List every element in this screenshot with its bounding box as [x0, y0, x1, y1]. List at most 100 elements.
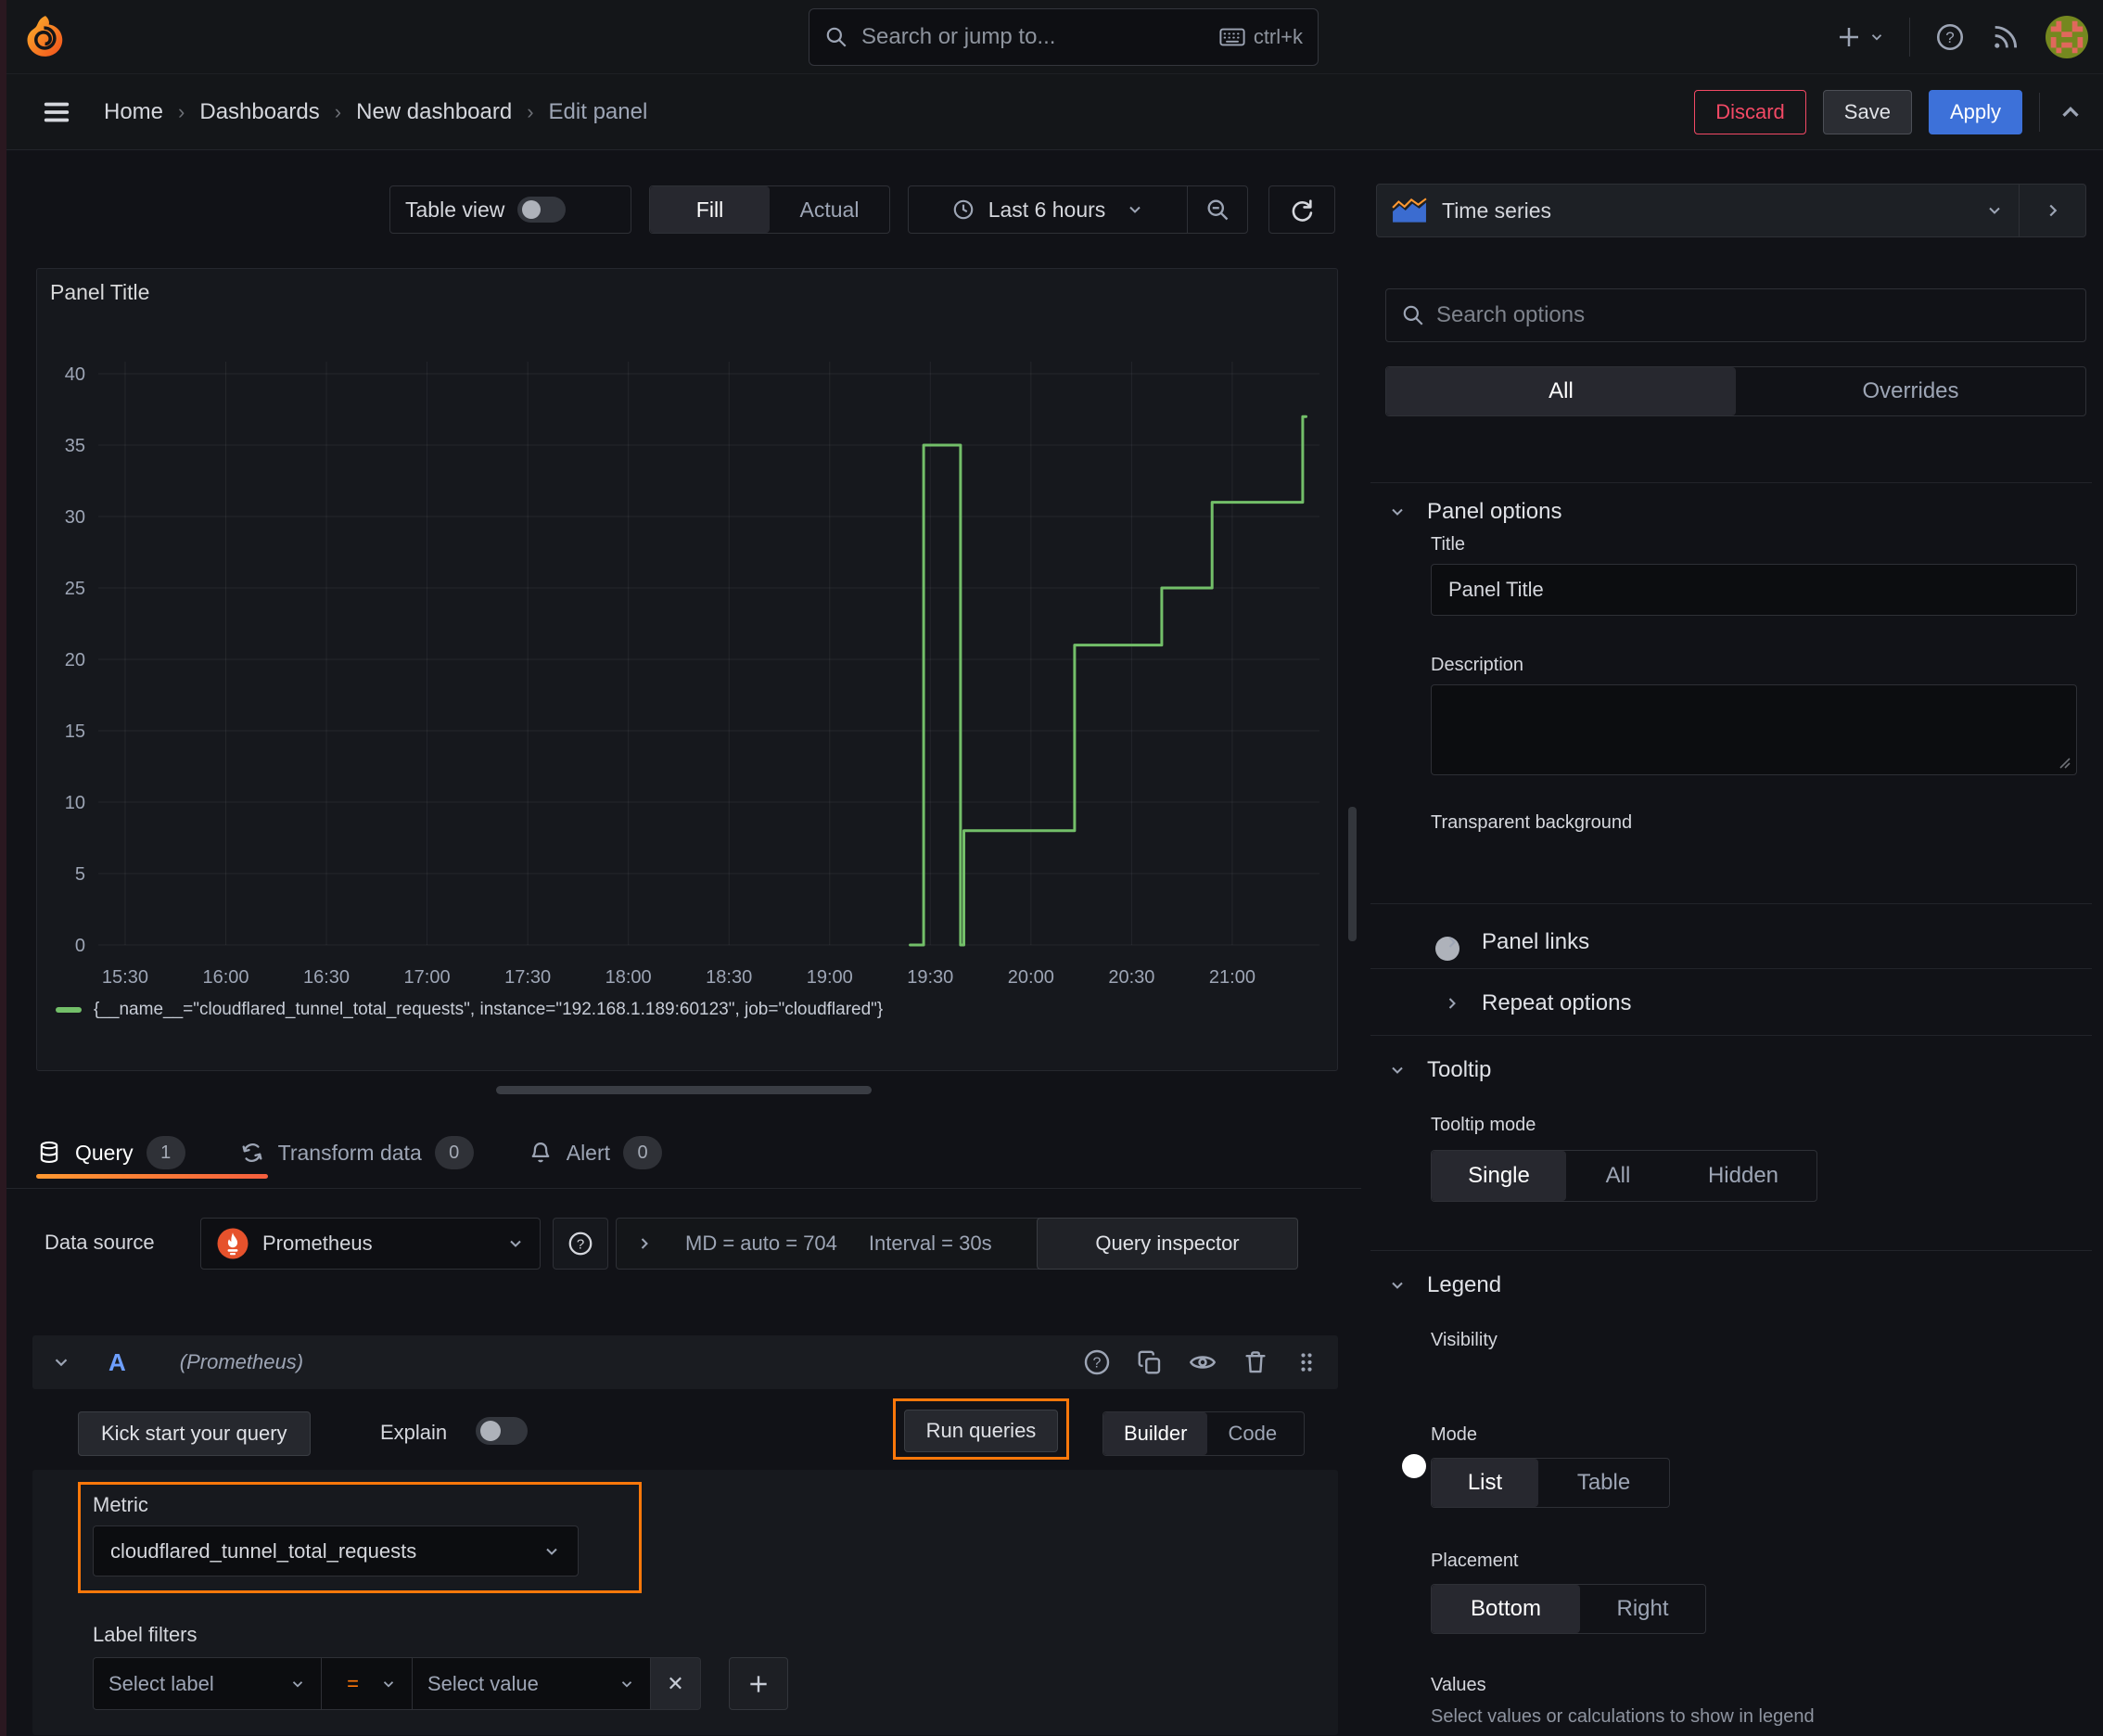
label-filters-label: Label filters — [93, 1623, 198, 1646]
options-search-input[interactable] — [1436, 302, 2071, 328]
legend-section-header[interactable]: Legend — [1388, 1272, 1501, 1298]
add-new-button[interactable] — [1835, 23, 1885, 51]
help-icon[interactable]: ? — [1934, 21, 1966, 53]
panel-resize-handle[interactable] — [496, 1086, 872, 1094]
divider — [1909, 18, 1910, 57]
breadcrumb-separator: › — [527, 99, 534, 123]
select-value-placeholder: Select value — [427, 1671, 539, 1695]
global-search-box[interactable]: ctrl+k — [809, 8, 1319, 66]
operator-dropdown[interactable]: = — [322, 1657, 413, 1710]
datasource-help-icon[interactable]: ? — [553, 1218, 608, 1270]
breadcrumb-separator: › — [178, 99, 185, 123]
chevron-down-icon — [1392, 1066, 1403, 1074]
tooltip-mode-single[interactable]: Single — [1432, 1151, 1566, 1201]
panel-title-input[interactable] — [1431, 564, 2077, 616]
divider — [1370, 903, 2092, 904]
tooltip-title: Tooltip — [1427, 1057, 1492, 1082]
query-inspector-button[interactable]: Query inspector — [1037, 1218, 1298, 1270]
code-option[interactable]: Code — [1207, 1412, 1297, 1455]
menu-icon[interactable] — [41, 96, 72, 128]
fill-option[interactable]: Fill — [650, 186, 770, 233]
divider — [1370, 482, 2092, 483]
options-search-box[interactable] — [1385, 288, 2086, 342]
drag-grip-icon[interactable] — [1294, 1349, 1319, 1375]
time-series-chart[interactable]: 0 5 10 15 20 25 30 35 40 15:30 16:00 16:30 17:00 17:3… — [37, 269, 1339, 1072]
legend-values-description: Select values or calculations to show in… — [1431, 1706, 1815, 1727]
breadcrumb-bar: Home › Dashboards › New dashboard › Edit… — [0, 74, 2103, 150]
active-tab-indicator — [36, 1174, 268, 1179]
actual-option[interactable]: Actual — [770, 186, 889, 233]
delete-query-trash-icon[interactable] — [1242, 1348, 1269, 1376]
discard-button[interactable]: Discard — [1694, 89, 1806, 134]
save-button[interactable]: Save — [1822, 89, 1912, 134]
svg-text:25: 25 — [65, 579, 85, 599]
datasource-label: Data source — [45, 1231, 155, 1254]
chevron-down-icon — [621, 1680, 632, 1688]
tab-query[interactable]: Query 1 — [36, 1136, 185, 1169]
breadcrumb-separator: › — [334, 99, 342, 123]
svg-text:0: 0 — [75, 936, 85, 956]
panel-description-textarea[interactable] — [1431, 684, 2077, 775]
breadcrumb-new-dashboard[interactable]: New dashboard — [356, 99, 512, 125]
repeat-options-section-header[interactable]: Repeat options — [1443, 990, 1631, 1016]
apply-button[interactable]: Apply — [1928, 89, 2022, 134]
scrollbar-thumb[interactable] — [1348, 807, 1357, 941]
tab-alert[interactable]: Alert 0 — [528, 1136, 663, 1169]
select-value-dropdown[interactable]: Select value — [413, 1657, 651, 1710]
datasource-name: Prometheus — [262, 1232, 373, 1255]
panel-options-section-header[interactable]: Panel options — [1388, 499, 1561, 525]
query-builder-body: Metric cloudflared_tunnel_total_requests… — [32, 1470, 1338, 1735]
remove-filter-button[interactable]: ✕ — [651, 1657, 701, 1710]
panel-links-section-header[interactable]: Panel links — [1443, 929, 1589, 955]
visualization-name: Time series — [1442, 198, 1551, 223]
legend-placement-right[interactable]: Right — [1580, 1585, 1705, 1633]
legend-placement-bottom[interactable]: Bottom — [1432, 1585, 1580, 1633]
tab-transform-label: Transform data — [277, 1140, 422, 1165]
transparent-background-label: Transparent background — [1431, 812, 1633, 833]
zoom-out-time-icon[interactable] — [1188, 186, 1247, 233]
builder-option[interactable]: Builder — [1103, 1412, 1208, 1455]
grafana-logo[interactable] — [22, 13, 69, 61]
svg-text:20:30: 20:30 — [1108, 967, 1154, 988]
add-filter-button[interactable] — [729, 1657, 788, 1710]
options-tab-overrides[interactable]: Overrides — [1736, 367, 2085, 415]
tab-transform-data[interactable]: Transform data 0 — [239, 1136, 474, 1169]
explain-toggle[interactable] — [476, 1417, 528, 1445]
select-label-dropdown[interactable]: Select label — [93, 1657, 322, 1710]
legend-mode-table[interactable]: Table — [1538, 1459, 1669, 1507]
legend-series-label[interactable]: {__name__="cloudflared_tunnel_total_requ… — [94, 1000, 883, 1020]
query-help-icon[interactable]: ? — [1082, 1347, 1112, 1377]
table-view-toggle[interactable] — [517, 197, 567, 223]
chevron-right-icon[interactable] — [635, 1234, 654, 1253]
hide-query-eye-icon[interactable] — [1188, 1347, 1217, 1377]
duplicate-query-icon[interactable] — [1136, 1348, 1164, 1376]
query-ref-id: A — [108, 1347, 126, 1376]
tooltip-mode-hidden[interactable]: Hidden — [1670, 1151, 1816, 1201]
visualization-select[interactable]: Time series — [1377, 185, 2019, 236]
query-row-header[interactable]: A (Prometheus) ? — [32, 1335, 1338, 1389]
legend-mode-list[interactable]: List — [1432, 1459, 1538, 1507]
legend-series-swatch — [56, 1007, 82, 1013]
svg-text:17:00: 17:00 — [404, 967, 451, 988]
tooltip-mode-all[interactable]: All — [1566, 1151, 1670, 1201]
user-avatar[interactable] — [2046, 16, 2088, 58]
collapse-options-pane-icon[interactable] — [2057, 98, 2084, 126]
panel-links-title: Panel links — [1482, 929, 1590, 954]
breadcrumb-dashboards[interactable]: Dashboards — [199, 99, 319, 125]
breadcrumb-home[interactable]: Home — [104, 99, 163, 125]
refresh-dashboard-button[interactable] — [1268, 185, 1335, 234]
repeat-options-title: Repeat options — [1482, 990, 1632, 1015]
description-label: Description — [1431, 655, 1524, 675]
tooltip-section-header[interactable]: Tooltip — [1388, 1057, 1491, 1083]
query-toolbar: Kick start your query Explain Run querie… — [32, 1398, 1338, 1462]
run-queries-button[interactable]: Run queries — [904, 1410, 1058, 1452]
time-range-picker[interactable]: Last 6 hours — [909, 186, 1187, 233]
options-tab-all[interactable]: All — [1386, 367, 1736, 415]
toggle-viz-picker-icon[interactable] — [2019, 185, 2085, 236]
datasource-picker[interactable]: Prometheus — [200, 1218, 541, 1270]
search-input[interactable] — [861, 24, 1218, 50]
news-rss-icon[interactable] — [1990, 21, 2021, 53]
kick-start-query-button[interactable]: Kick start your query — [78, 1411, 311, 1456]
resize-grip-icon[interactable] — [2057, 755, 2071, 770]
metric-select[interactable]: cloudflared_tunnel_total_requests — [93, 1525, 579, 1576]
